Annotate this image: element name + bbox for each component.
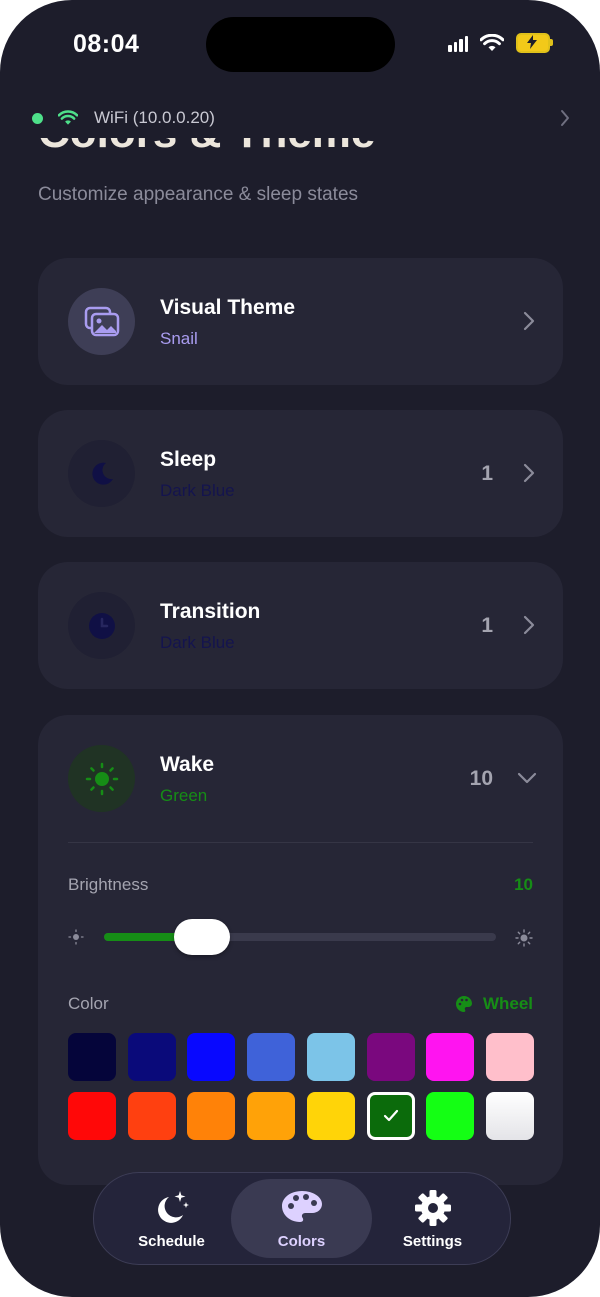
sleep-value: Dark Blue	[160, 481, 235, 500]
brightness-label: Brightness	[68, 875, 149, 894]
moon-icon	[68, 440, 135, 507]
palette-icon	[281, 1191, 322, 1222]
phone-screen: 08:04 Colors & Theme Customize appearanc…	[0, 0, 600, 1297]
visual-theme-title: Visual Theme	[160, 296, 296, 319]
photos-icon	[68, 288, 135, 355]
connection-status-dot	[32, 113, 43, 124]
transition-value: Dark Blue	[160, 633, 235, 652]
connection-bar[interactable]: WiFi (10.0.0.20)	[0, 100, 600, 138]
chevron-down-icon[interactable]	[517, 772, 537, 784]
tab-colors-label: Colors	[277, 1233, 326, 1250]
wake-value: Green	[160, 786, 208, 805]
brightness-value: 10	[514, 875, 533, 894]
chevron-right-icon	[561, 110, 569, 126]
transition-card[interactable]: Transition Dark Blue 1	[38, 562, 563, 689]
sleep-count: 1	[481, 462, 493, 485]
divider	[68, 842, 533, 843]
color-swatch[interactable]	[68, 1092, 116, 1140]
palette-icon	[455, 996, 472, 1012]
wake-count: 10	[469, 767, 493, 790]
color-swatch[interactable]	[486, 1092, 534, 1140]
color-swatch[interactable]	[426, 1092, 474, 1140]
color-swatch[interactable]	[187, 1092, 235, 1140]
brightness-slider[interactable]	[104, 919, 496, 955]
battery-charging-icon	[516, 33, 553, 53]
color-swatch[interactable]	[68, 1033, 116, 1081]
tab-schedule-label: Schedule	[138, 1233, 205, 1250]
tab-schedule[interactable]: Schedule	[101, 1179, 242, 1258]
color-swatch[interactable]	[486, 1033, 534, 1081]
wifi-icon	[480, 34, 504, 51]
color-swatch[interactable]	[128, 1092, 176, 1140]
color-swatch[interactable]	[247, 1092, 295, 1140]
checkmark-icon	[383, 1109, 399, 1122]
page-subtitle: Customize appearance & sleep states	[38, 184, 359, 205]
transition-title: Transition	[160, 600, 261, 623]
color-swatch[interactable]	[367, 1033, 415, 1081]
color-swatch[interactable]	[187, 1033, 235, 1081]
clock-icon	[68, 592, 135, 659]
wake-card: Wake Green 10 Brightness 10 Color Wheel	[38, 715, 563, 1185]
cellular-signal-icon	[448, 34, 468, 52]
sleep-card[interactable]: Sleep Dark Blue 1	[38, 410, 563, 537]
color-swatch-selected[interactable]	[367, 1092, 415, 1140]
moon-stars-icon	[157, 1191, 189, 1223]
status-icons	[448, 33, 553, 53]
wake-title: Wake	[160, 753, 215, 776]
wheel-label: Wheel	[482, 994, 533, 1013]
sleep-title: Sleep	[160, 448, 217, 471]
brightness-low-icon	[68, 929, 84, 945]
chevron-right-icon	[523, 311, 535, 331]
color-swatch[interactable]	[426, 1033, 474, 1081]
brightness-high-icon	[515, 929, 533, 947]
brightness-slider-thumb[interactable]	[174, 919, 230, 955]
connection-label: WiFi (10.0.0.20)	[94, 108, 215, 127]
chevron-right-icon	[523, 463, 535, 483]
color-swatch[interactable]	[307, 1092, 355, 1140]
color-label: Color	[68, 994, 109, 1013]
tab-colors[interactable]: Colors	[231, 1179, 372, 1258]
dynamic-island	[206, 17, 395, 72]
color-swatch[interactable]	[128, 1033, 176, 1081]
gear-icon	[414, 1190, 451, 1226]
status-time: 08:04	[73, 30, 140, 58]
visual-theme-value: Snail	[160, 329, 198, 348]
status-bar: 08:04	[0, 0, 600, 90]
tab-settings-label: Settings	[402, 1233, 463, 1250]
transition-count: 1	[481, 614, 493, 637]
chevron-right-icon	[523, 615, 535, 635]
tab-bar: Schedule Colors Settings	[93, 1172, 511, 1265]
visual-theme-card[interactable]: Visual Theme Snail	[38, 258, 563, 385]
tab-settings[interactable]: Settings	[362, 1179, 503, 1258]
sun-icon	[68, 745, 135, 812]
wifi-icon	[58, 110, 78, 125]
wheel-button[interactable]: Wheel	[455, 994, 533, 1014]
color-swatch[interactable]	[247, 1033, 295, 1081]
color-swatch[interactable]	[307, 1033, 355, 1081]
